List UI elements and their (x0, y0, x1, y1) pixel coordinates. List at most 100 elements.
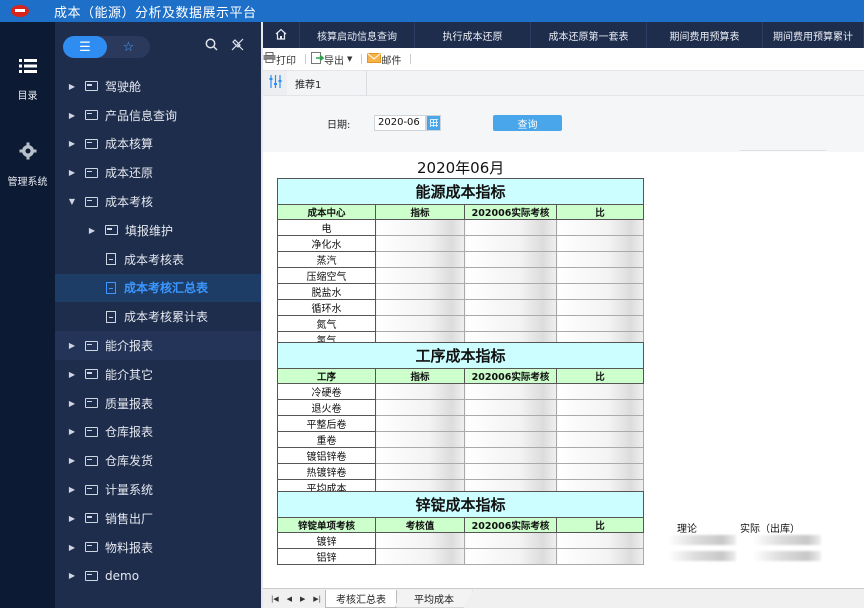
column-header: 202006实际考核 (464, 204, 557, 220)
tree-node-energy-reports[interactable]: ▶ 能介报表 (55, 331, 261, 360)
tree-node-cost-assessment[interactable]: ▼ 成本考核 (55, 187, 261, 216)
redacted-cell (375, 399, 465, 416)
tree-node-warehouse-shipping[interactable]: ▶ 仓库发货 (55, 446, 261, 475)
redacted-cell (556, 548, 644, 565)
toolbar-divider (305, 54, 306, 64)
export-button[interactable]: 导出 ▼ (311, 51, 352, 67)
filter-sliders-button[interactable] (263, 71, 287, 95)
folder-icon (85, 369, 98, 380)
tree-node-quality-reports[interactable]: ▶ 质量报表 (55, 389, 261, 418)
folder-icon (85, 81, 98, 92)
redacted-value (753, 535, 821, 545)
redacted-cell (464, 463, 557, 480)
expand-arrow-icon: ▶ (88, 225, 96, 235)
calendar-icon[interactable] (426, 115, 441, 131)
tree-node-energy-other[interactable]: ▶ 能介其它 (55, 360, 261, 389)
tree-node-demo[interactable]: ▶ demo (55, 562, 261, 591)
tab-period-expense-budget[interactable]: 期间费用预算表 (647, 22, 763, 48)
favorites-view-button[interactable]: ☆ (107, 36, 150, 58)
tree-node-cost-assessment-cumulative[interactable]: 成本考核累计表 (55, 302, 261, 331)
query-button[interactable]: 查询 (493, 115, 562, 131)
table-row: 退火卷 (277, 399, 644, 416)
expand-arrow-icon: ▶ (68, 139, 76, 149)
company-logo (0, 0, 40, 22)
tree-node-product-info[interactable]: ▶ 产品信息查询 (55, 101, 261, 130)
rail-item-admin[interactable]: 管理系统 (0, 142, 55, 188)
tab-cost-restore-set-one[interactable]: 成本还原第一套表 (531, 22, 647, 48)
process-cost-table: 工序成本指标 工序 指标 202006实际考核 比 冷硬卷 退火卷 平整后卷 重… (277, 342, 644, 496)
folder-icon (85, 513, 98, 524)
column-header: 比 (556, 204, 644, 220)
row-label: 循环水 (277, 299, 376, 316)
prev-sheet-icon[interactable]: ◀ (287, 595, 292, 603)
tree-node-sales-outbound[interactable]: ▶ 销售出厂 (55, 504, 261, 533)
toolbar-divider (361, 54, 363, 64)
row-label: 蒸汽 (277, 251, 376, 268)
tab-execute-cost-restore[interactable]: 执行成本还原 (415, 22, 531, 48)
tree-node-label: 能介报表 (105, 339, 154, 354)
folder-icon (85, 542, 98, 553)
search-button[interactable] (205, 38, 218, 55)
tree-node-label: demo (105, 568, 140, 583)
unpin-button[interactable] (231, 38, 244, 55)
sidebar-header: ☰ ☆ (55, 22, 261, 72)
next-sheet-icon[interactable]: ▶ (300, 595, 305, 603)
row-label: 重卷 (277, 431, 376, 448)
folder-icon (85, 398, 98, 409)
column-header: 202006实际考核 (464, 368, 557, 384)
tree-node-cost-accounting[interactable]: ▶ 成本核算 (55, 130, 261, 159)
expand-arrow-icon: ▶ (68, 485, 76, 495)
folder-icon (85, 484, 98, 495)
print-button[interactable]: 打印 (263, 52, 296, 67)
collapse-arrow-icon: ▼ (68, 197, 76, 207)
redacted-cell (375, 219, 465, 236)
rail-item-catalog[interactable]: 目录 (0, 58, 55, 102)
report-tabs: 核算启动信息查询 执行成本还原 成本还原第一套表 期间费用预算表 期间费用预算累… (263, 22, 864, 48)
tree-node-cost-restore[interactable]: ▶ 成本还原 (55, 158, 261, 187)
folder-icon (85, 138, 98, 149)
redacted-cell (375, 235, 465, 252)
redacted-cell (464, 415, 557, 432)
row-label: 脱盐水 (277, 283, 376, 300)
tree-node-metering-system[interactable]: ▶ 计量系统 (55, 475, 261, 504)
catalog-view-button[interactable]: ☰ (63, 36, 107, 58)
report-toolbar: 打印 导出 ▼ 邮件 (263, 48, 864, 70)
first-sheet-icon[interactable]: |◀ (271, 595, 279, 603)
list-icon: ☰ (79, 39, 91, 55)
theory-label: 理论 (677, 524, 697, 535)
table-row: 铝锌 (277, 548, 644, 565)
last-sheet-icon[interactable]: ▶| (313, 595, 321, 603)
mail-button[interactable]: 邮件 (367, 52, 401, 67)
tree-node-cost-assessment-table[interactable]: 成本考核表 (55, 245, 261, 274)
star-icon: ☆ (122, 39, 135, 55)
redacted-cell (556, 463, 644, 480)
subtab-recommend-1[interactable]: 推荐1 (287, 71, 367, 95)
date-input[interactable]: 2020-06 (374, 115, 426, 131)
table-row: 蒸汽 (277, 251, 644, 268)
tree-node-material-reports[interactable]: ▶ 物料报表 (55, 533, 261, 562)
tree-node-cost-assessment-summary[interactable]: 成本考核汇总表 (55, 273, 261, 303)
sheet-tab-average-cost[interactable]: 平均成本 (395, 589, 473, 608)
redacted-cell (375, 383, 465, 400)
tree-node-fill-maintenance[interactable]: ▶ 填报维护 (55, 216, 261, 245)
folder-icon (85, 340, 98, 351)
table-row: 电 (277, 219, 644, 236)
sheet-tab-assessment-summary[interactable]: 考核汇总表 (325, 589, 397, 608)
table-row: 热镀锌卷 (277, 463, 644, 480)
tab-accounting-start-query[interactable]: 核算启动信息查询 (300, 22, 415, 48)
redacted-cell (375, 267, 465, 284)
row-label: 镀铝锌卷 (277, 447, 376, 464)
tree-node-warehouse-reports[interactable]: ▶ 仓库报表 (55, 418, 261, 447)
redacted-cell (556, 299, 644, 316)
tree-node-label: 成本核算 (105, 137, 154, 152)
gear-icon (19, 142, 37, 165)
report-icon (106, 253, 116, 266)
tree-node-label: 产品信息查询 (105, 108, 178, 123)
actual-outbound-label: 实际（出库） (740, 524, 800, 535)
sidebar: ☰ ☆ ▶ 驾驶舱 ▶ 产品信息查询 ▶ 成本核算 ▶ 成本还原 ▼ 成本考核 ▶ 填报维护… (55, 22, 261, 608)
tree-node-cockpit[interactable]: ▶ 驾驶舱 (55, 72, 261, 101)
redacted-cell (375, 415, 465, 432)
report-canvas: 2020年06月 能源成本指标 成本中心 指标 202006实际考核 比 电 净… (263, 152, 864, 588)
tab-period-expense-budget-cumulative[interactable]: 期间费用预算累计 (763, 22, 864, 48)
home-tab[interactable] (263, 22, 300, 48)
